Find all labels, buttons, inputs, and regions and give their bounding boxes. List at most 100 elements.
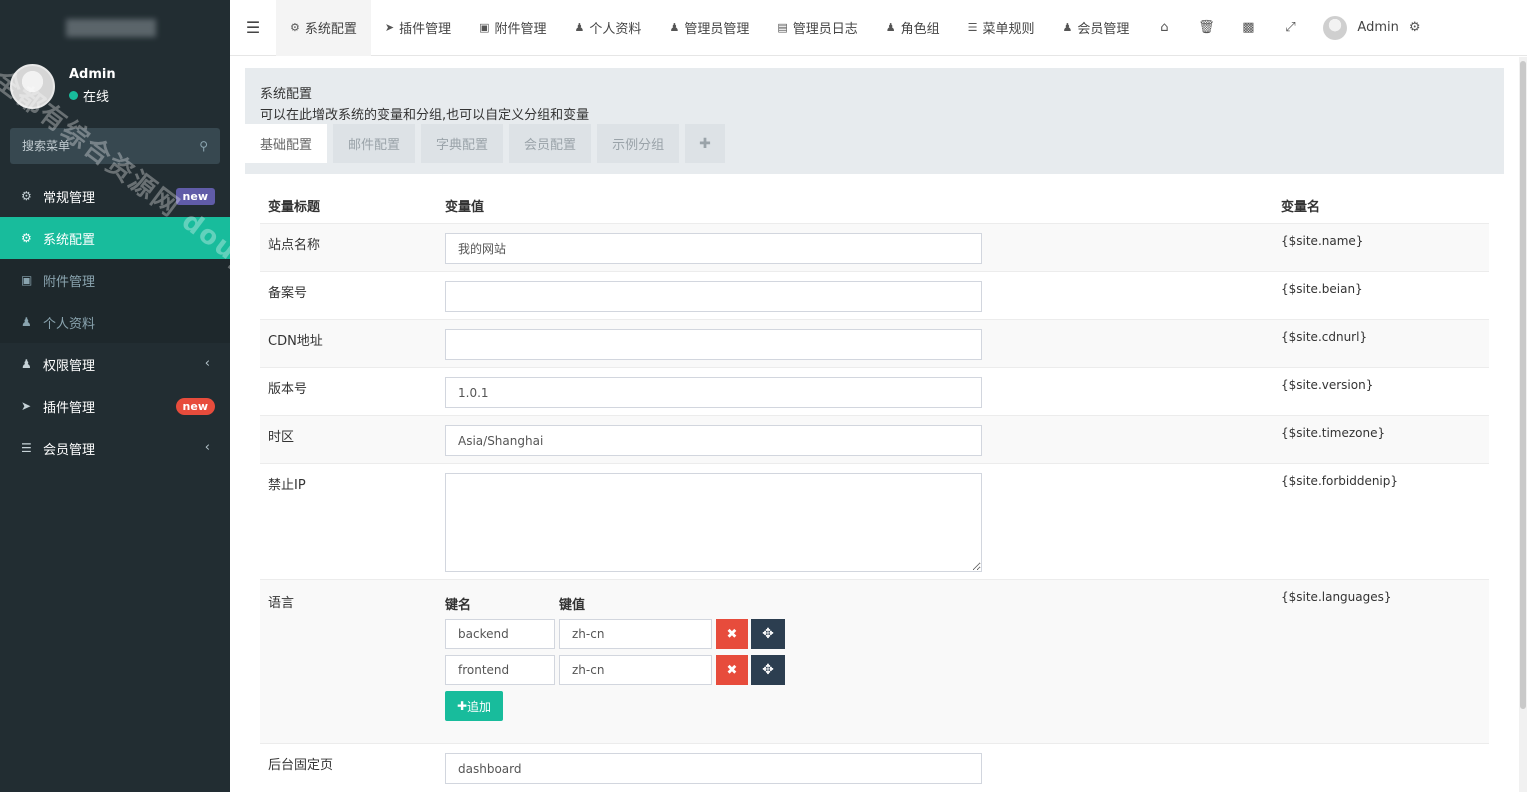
sidebar-item-profile[interactable]: ♟ 个人资料 xyxy=(0,301,230,343)
sidebar-item-auth[interactable]: ♟ 权限管理 ‹ xyxy=(0,343,230,385)
tab-attachment[interactable]: ▣ 附件管理 xyxy=(465,0,560,56)
tab-dictionary[interactable]: 字典配置 xyxy=(421,124,504,163)
sidebar: Admin 在线 ⚲ ⚙ 常规管理 new ⚙ 系统配置 ▣ 附件管理 ♟ 个人资料 ♟ 权… xyxy=(0,0,393,792)
sidebar-item-member[interactable]: ☰ 会员管理 ‹ xyxy=(0,427,230,469)
tab-label: 系统配置 xyxy=(304,22,357,37)
forbidden-ip-textarea[interactable] xyxy=(445,473,982,572)
trash-icon[interactable]: 🗑 xyxy=(1185,20,1227,35)
tab-profile[interactable]: ♟ 个人资料 xyxy=(561,0,656,56)
kv-key-input[interactable]: backend xyxy=(445,619,555,649)
version-field[interactable]: 1.0.1 xyxy=(445,377,982,408)
fullscreen-icon[interactable]: ⤢ xyxy=(1269,20,1311,35)
kv-value-input[interactable]: zh-cn xyxy=(559,655,712,685)
table-row: CDN地址 {$site.cdnurl} xyxy=(260,320,1489,368)
kv-row: backend zh-cn ✖ ✥ xyxy=(445,619,1281,649)
cogs-icon: ⚙ xyxy=(21,189,32,203)
sidebar-item-label: 常规管理 xyxy=(43,190,96,206)
tab-example[interactable]: 示例分组 xyxy=(597,124,680,163)
gear-icon: ⚙ xyxy=(21,231,32,245)
config-table: 变量标题 变量值 变量名 站点名称 我的网站 {$site.name} 备案号 … xyxy=(260,188,1489,792)
translate-icon[interactable]: ▩ xyxy=(1227,20,1269,35)
remove-button[interactable]: ✖ xyxy=(716,619,748,649)
append-button[interactable]: ✚ 追加 xyxy=(445,691,503,721)
tab-addon[interactable]: ➤ 插件管理 xyxy=(371,0,465,56)
tab-adminlog[interactable]: ▤ 管理员日志 xyxy=(763,0,871,56)
tab-user[interactable]: 会员配置 xyxy=(509,124,592,163)
top-nav: ☰ ⚙ 系统配置 ➤ 插件管理 ▣ 附件管理 ♟ 个人资料 ♟ 管理员管理 ▤ 管理员日志 … xyxy=(230,0,1527,56)
sidebar-toggle-icon[interactable]: ☰ xyxy=(230,18,276,37)
gears-icon[interactable]: ⚙ xyxy=(1409,20,1431,35)
search-icon[interactable]: ⚲ xyxy=(199,139,208,153)
tab-label: 个人资料 xyxy=(589,22,642,37)
table-row: 禁止IP {$site.forbiddenip} xyxy=(260,464,1489,580)
cdn-url-field[interactable] xyxy=(445,329,982,360)
kv-key-input[interactable]: frontend xyxy=(445,655,555,685)
tab-basic[interactable]: 基础配置 xyxy=(245,124,328,163)
drag-handle[interactable]: ✥ xyxy=(751,619,785,649)
row-var-name: {$site.beian} xyxy=(1281,282,1363,296)
list-icon: ☰ xyxy=(21,441,32,455)
online-dot-icon xyxy=(69,91,78,100)
sidebar-item-attachment[interactable]: ▣ 附件管理 xyxy=(0,259,230,301)
move-icon: ✥ xyxy=(762,626,774,642)
tab-config[interactable]: ⚙ 系统配置 xyxy=(276,0,371,56)
rocket-icon: ➤ xyxy=(384,21,395,34)
tab-admin[interactable]: ♟ 管理员管理 xyxy=(655,0,763,56)
home-icon[interactable]: ⌂ xyxy=(1143,20,1185,35)
list-alt-icon: ▤ xyxy=(777,21,788,34)
sidebar-item-label: 系统配置 xyxy=(43,232,96,248)
kv-value-input[interactable]: zh-cn xyxy=(559,619,712,649)
row-title: 语言 xyxy=(268,596,295,611)
tab-rule[interactable]: ☰ 菜单规则 xyxy=(954,0,1049,56)
avatar xyxy=(1323,15,1348,40)
row-title: CDN地址 xyxy=(268,334,323,349)
header-title: 变量标题 xyxy=(268,200,321,215)
tab-member[interactable]: ♟ 会员管理 xyxy=(1049,0,1144,56)
logo[interactable] xyxy=(0,0,230,56)
close-icon: ✖ xyxy=(726,626,738,642)
tab-label: 插件管理 xyxy=(399,22,452,37)
logo-image xyxy=(66,19,156,37)
user-menu[interactable]: Admin xyxy=(1311,15,1408,40)
site-name-field[interactable]: 我的网站 xyxy=(445,233,982,264)
sidebar-item-general[interactable]: ⚙ 常规管理 new xyxy=(0,175,230,217)
row-title: 备案号 xyxy=(268,286,308,301)
tab-label: 管理员日志 xyxy=(792,22,858,37)
user-icon: ♟ xyxy=(574,21,585,34)
row-var-name: {$site.languages} xyxy=(1281,590,1392,604)
table-row: 备案号 {$site.beian} xyxy=(260,272,1489,320)
table-row: 时区 Asia/Shanghai {$site.timezone} xyxy=(260,416,1489,464)
group-icon: ♟ xyxy=(21,357,32,371)
new-badge: new xyxy=(175,188,215,205)
gear-icon: ⚙ xyxy=(290,21,300,34)
row-title: 版本号 xyxy=(268,382,308,397)
add-group-icon[interactable]: ✚ xyxy=(685,124,725,163)
row-title: 站点名称 xyxy=(268,238,321,253)
header-value: 变量值 xyxy=(445,200,485,215)
tab-email[interactable]: 邮件配置 xyxy=(333,124,416,163)
timezone-field[interactable]: Asia/Shanghai xyxy=(445,425,982,456)
remove-button[interactable]: ✖ xyxy=(716,655,748,685)
fixed-page-field[interactable]: dashboard xyxy=(445,753,982,784)
table-row: 后台固定页 dashboard xyxy=(260,744,1489,792)
header-name: 变量名 xyxy=(1281,200,1321,215)
sidebar-menu: ⚙ 常规管理 new ⚙ 系统配置 ▣ 附件管理 ♟ 个人资料 ♟ 权限管理 ‹ ➤ 插件管理 n… xyxy=(0,175,230,469)
sidebar-item-addon[interactable]: ➤ 插件管理 new xyxy=(0,385,230,427)
table-row: 版本号 1.0.1 {$site.version} xyxy=(260,368,1489,416)
kv-row: frontend zh-cn ✖ ✥ xyxy=(445,655,1281,685)
search-input[interactable] xyxy=(22,139,182,153)
beian-field[interactable] xyxy=(445,281,982,312)
chevron-left-icon: ‹ xyxy=(204,356,210,371)
scrollbar[interactable] xyxy=(1519,57,1527,792)
config-tabs: 基础配置 邮件配置 字典配置 会员配置 示例分组 ✚ xyxy=(245,124,731,163)
table-row: 语言 键名 键值 backend zh-cn ✖ ✥ frontend zh-c… xyxy=(260,580,1489,744)
sidebar-item-config[interactable]: ⚙ 系统配置 xyxy=(0,217,230,259)
user-panel: Admin 在线 xyxy=(10,58,116,114)
close-icon: ✖ xyxy=(726,662,738,678)
sidebar-search: ⚲ xyxy=(10,128,220,164)
row-title: 时区 xyxy=(268,430,295,445)
scrollbar-thumb[interactable] xyxy=(1520,61,1526,709)
bars-icon: ☰ xyxy=(967,21,978,34)
drag-handle[interactable]: ✥ xyxy=(751,655,785,685)
tab-group[interactable]: ♟ 角色组 xyxy=(872,0,954,56)
